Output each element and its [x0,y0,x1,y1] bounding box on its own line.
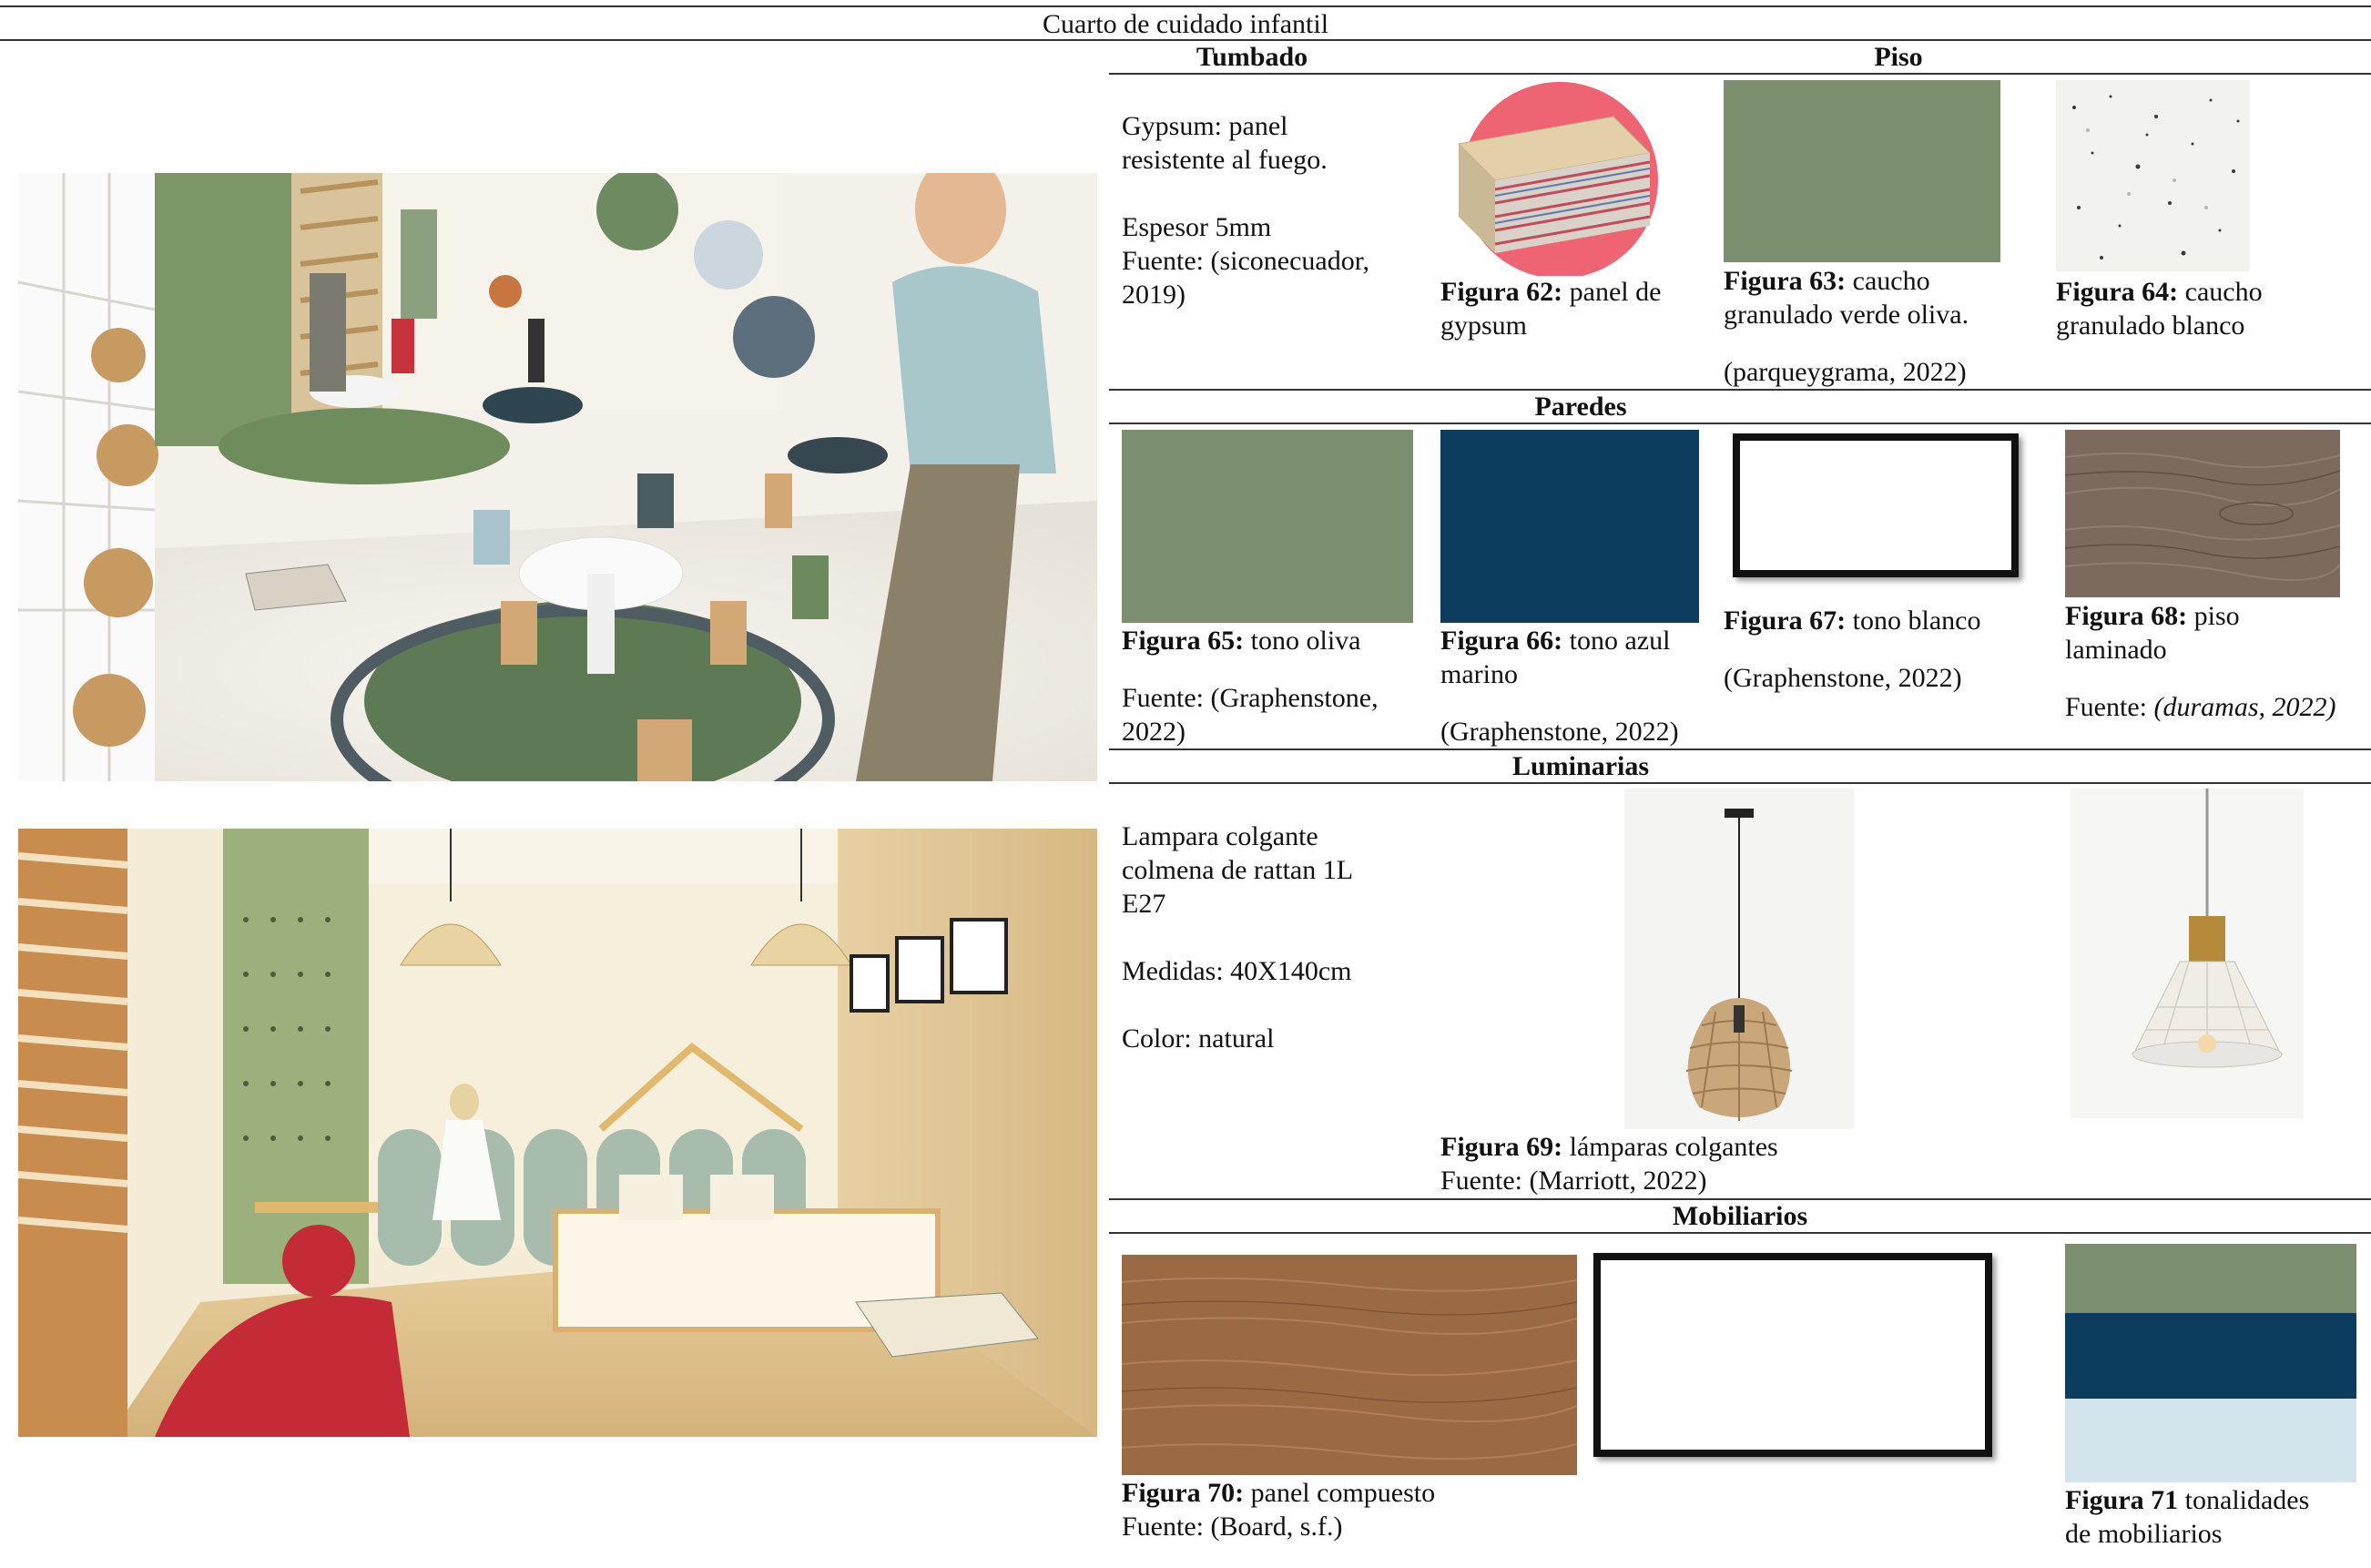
tumbado-line-4: Espesor 5mm [1122,212,1272,242]
navy-wall-swatch [1440,430,1699,623]
figure-66-label: Figura 66: [1440,626,1563,656]
tumbado-line-2: resistente al fuego. [1122,145,1328,175]
figure-69-label: Figura 69: [1440,1132,1563,1162]
rule-mobiliarios [1109,1232,2371,1234]
figure-64-caption: Figura 64: caucho [2056,275,2263,309]
figure-68-source-prefix: Fuente: [2065,692,2154,722]
figure-65-label: Figura 65: [1122,626,1245,656]
figure-65-source: Fuente: (Graphenstone, [1122,683,1379,713]
figure-65-caption: Figura 65: tono oliva [1122,624,1360,657]
figure-69-source: Fuente: (Marriott, 2022) [1440,1166,1707,1196]
figure-68-label: Figura 68: [2065,601,2188,631]
tumbado-line-6: 2019) [1122,280,1186,310]
rule-tumbado [1109,73,2371,75]
figure-67-source: (Graphenstone, 2022) [1724,663,1962,693]
nap-room-render-image [18,829,1097,1437]
figure-71-text: tonalidades [2178,1485,2310,1515]
figure-68-caption-line2: laminado [2065,635,2167,665]
figure-69-caption: Figura 69: lámparas colgantes [1440,1130,1778,1164]
classroom-render-image [18,173,1097,781]
figure-70-caption: Figura 70: panel compuesto [1122,1476,1435,1510]
figure-64-label: Figura 64: [2056,277,2179,307]
figure-62-label: Figura 62: [1440,277,1563,307]
figure-63-label: Figura 63: [1724,266,1847,296]
composite-panel-swatch [1121,1255,1578,1475]
figure-66-source: (Graphenstone, 2022) [1440,717,1679,747]
figure-62-text: panel de [1562,277,1662,307]
figure-68-text: piso [2187,601,2240,631]
white-furniture-swatch [1593,1253,1992,1457]
olive-rubber-swatch [1724,80,2000,262]
figure-63-caption-line2: granulado verde oliva. [1724,300,1969,330]
figure-71-label: Figura 71 [2065,1485,2179,1515]
laminate-floor-swatch [2064,430,2341,597]
figure-65-text: tono oliva [1244,626,1361,656]
header-paredes: Paredes [1534,392,1627,422]
figure-69-text: lámparas colgantes [1562,1132,1778,1162]
figure-63-text: caucho [1846,266,1930,296]
page-title: Cuarto de cuidado infantil [1042,9,1329,39]
palette-olive [2065,1244,2356,1313]
figure-67-caption: Figura 67: tono blanco [1724,604,1980,637]
figure-71-caption-line2: de mobiliarios [2065,1519,2223,1549]
header-tumbado: Tumbado [1196,42,1308,72]
luminarias-line-5: Medidas: 40X140cm [1122,956,1352,986]
figure-64-caption-line2: granulado blanco [2056,311,2245,341]
figure-63-source: (parqueygrama, 2022) [1724,357,1967,387]
figure-62-caption-line2: gypsum [1440,311,1528,341]
figure-66-caption-line2: marino [1440,659,1518,689]
header-luminarias: Luminarias [1511,751,1650,781]
figure-70-label: Figura 70: [1122,1478,1245,1508]
luminarias-line-3: E27 [1122,889,1166,919]
figure-62-caption: Figura 62: panel de [1440,275,1661,309]
header-piso: Piso [1874,42,1923,72]
figure-65-source-line2: 2022) [1122,717,1186,747]
mesh-pendant-lamp-image [2071,789,2304,1118]
tumbado-line-5: Fuente: (siconecuador, [1122,246,1370,276]
luminarias-line-7: Color: natural [1122,1023,1275,1054]
white-wall-swatch [1733,433,2019,577]
figure-68-source-italic: (duramas, 2022) [2153,692,2336,722]
olive-wall-swatch [1122,430,1413,623]
palette-light-blue [2065,1399,2356,1482]
rule-luminarias [1109,782,2371,784]
figure-70-text: panel compuesto [1244,1478,1436,1508]
white-rubber-swatch [2056,80,2250,271]
figure-66-caption: Figura 66: tono azul [1440,624,1670,657]
rule-paredes [1109,423,2371,424]
luminarias-line-1: Lampara colgante [1122,821,1318,851]
figure-64-text: caucho [2178,277,2263,307]
rattan-pendant-lamp-image [1624,789,1854,1129]
header-mobiliarios: Mobiliarios [1672,1201,1808,1231]
figure-71-caption: Figura 71 tonalidades [2065,1483,2309,1517]
luminarias-line-2: colmena de rattan 1L [1122,855,1354,885]
figure-67-label: Figura 67: [1724,606,1847,636]
figure-70-source: Fuente: (Board, s.f.) [1122,1512,1343,1542]
figure-63-caption: Figura 63: caucho [1724,264,1930,298]
figure-67-text: tono blanco [1846,606,1981,636]
tumbado-line-1: Gypsum: panel [1122,111,1288,141]
figure-68-caption: Figura 68: piso [2065,599,2240,633]
palette-navy [2065,1313,2356,1399]
gypsum-panel-image [1440,80,1679,279]
figure-66-text: tono azul [1562,626,1671,656]
figure-68-source: Fuente: (duramas, 2022) [2065,690,2336,724]
